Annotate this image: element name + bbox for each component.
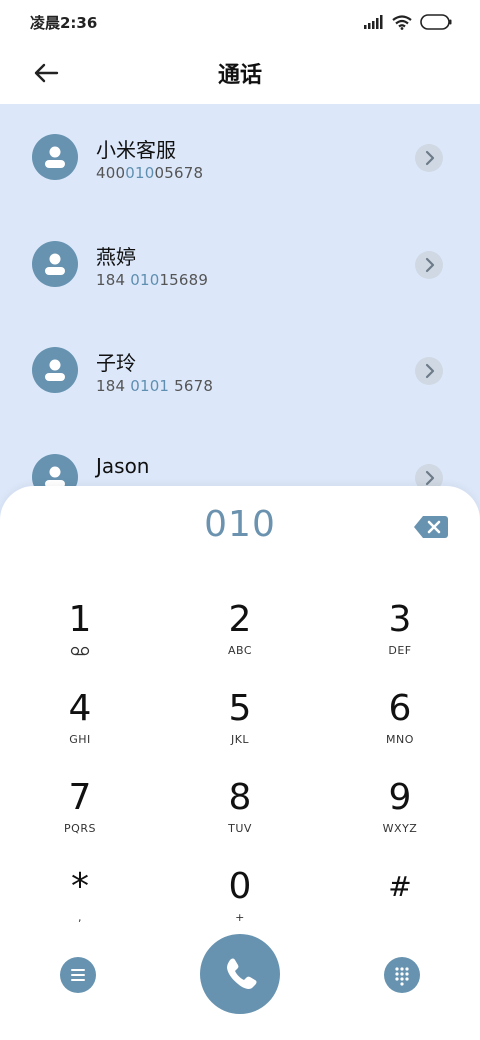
contact-name: Jason (96, 454, 150, 478)
delete-button[interactable] (413, 514, 449, 540)
dial-key-3[interactable]: 3 DEF (340, 592, 460, 676)
contact-detail-button[interactable] (415, 144, 443, 172)
battery-icon (420, 14, 452, 30)
person-icon (45, 253, 65, 275)
status-icons (364, 13, 452, 31)
dialpad-icon (395, 967, 409, 986)
contact-name: 燕婷 (96, 245, 136, 269)
contact-number: 40001005678 (96, 164, 204, 182)
contact-number: 184 0101 5678 (96, 377, 214, 395)
contact-name: 子玲 (96, 351, 136, 375)
page-title: 通话 (217, 63, 262, 88)
contact-detail-button[interactable] (415, 357, 443, 385)
backspace-icon (414, 516, 448, 538)
dial-key-2[interactable]: 2 ABC (180, 592, 300, 676)
status-time: 凌晨2:36 (30, 14, 98, 32)
dial-key-5[interactable]: 5 JKL (180, 681, 300, 765)
dial-key-9[interactable]: 9 WXYZ (340, 770, 460, 854)
contact-avatar (32, 134, 78, 180)
contact-number: 184 01015689 (96, 271, 209, 289)
signal-icon (364, 15, 383, 29)
chevron-right-icon (425, 257, 435, 273)
menu-button[interactable] (60, 957, 96, 993)
dial-key-star[interactable]: * , (20, 859, 140, 943)
contact-row[interactable]: 子玲 184 0101 5678 (0, 317, 480, 423)
dial-key-0[interactable]: 0 + (180, 859, 300, 943)
dial-key-8[interactable]: 8 TUV (180, 770, 300, 854)
contact-name: 小米客服 (96, 138, 176, 162)
menu-icon (71, 969, 85, 981)
contact-avatar (32, 347, 78, 393)
contact-detail-button[interactable] (415, 251, 443, 279)
wifi-icon (392, 14, 412, 30)
chevron-right-icon (425, 363, 435, 379)
dial-key-1[interactable]: 1 (20, 592, 140, 676)
dial-key-hash[interactable]: # (340, 859, 460, 943)
app-header: 通话 (0, 44, 480, 104)
dial-key-7[interactable]: 7 PQRS (20, 770, 140, 854)
voicemail-icon (70, 646, 90, 656)
phone-icon (227, 958, 257, 989)
dial-key-4[interactable]: 4 GHI (20, 681, 140, 765)
contact-avatar (32, 241, 78, 287)
chevron-right-icon (425, 150, 435, 166)
status-bar: 凌晨2:36 (0, 0, 480, 44)
call-button[interactable] (200, 934, 280, 1014)
contact-row[interactable]: 小米客服 40001005678 (0, 104, 480, 210)
person-icon (45, 146, 65, 168)
dial-key-6[interactable]: 6 MNO (340, 681, 460, 765)
person-icon (45, 359, 65, 381)
search-results: 小米客服 40001005678 燕婷 184 01015689 子玲 184 … (0, 104, 480, 524)
contact-row[interactable]: 燕婷 184 01015689 (0, 211, 480, 317)
dialpad-toggle-button[interactable] (384, 957, 420, 993)
dialed-number: 010 (204, 504, 276, 545)
